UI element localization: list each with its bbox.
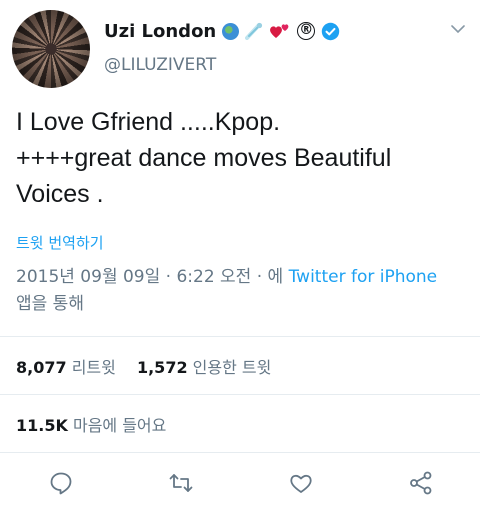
retweet-icon[interactable]: [168, 470, 194, 496]
retweet-count[interactable]: 8,077: [16, 358, 67, 377]
source-suffix: 앱을 통해: [16, 294, 84, 314]
translate-tweet-link[interactable]: 트윗 번역하기: [16, 232, 104, 253]
reply-icon[interactable]: [48, 470, 74, 496]
two-hearts-emoji-icon: [270, 24, 289, 38]
engagement-stats: 8,077 리트윗 1,572 인용한 트윗: [16, 354, 287, 378]
divider: [0, 394, 480, 395]
retweet-label[interactable]: 리트윗: [72, 358, 116, 377]
source-app-link[interactable]: Twitter for iPhone: [289, 267, 438, 287]
action-bar: [0, 466, 480, 502]
divider: [0, 336, 480, 337]
like-count[interactable]: 11.5K: [16, 416, 68, 435]
tweet-header: Uzi London ® @LILUZIVERT: [0, 0, 480, 96]
tweet-text: I Love Gfriend .....Kpop. ++++great danc…: [16, 104, 468, 212]
like-label[interactable]: 마음에 들어요: [73, 416, 166, 435]
tweet-text-line: ++++great dance moves Beautiful: [16, 144, 392, 172]
verified-badge-icon: [322, 22, 340, 40]
quote-count[interactable]: 1,572: [137, 358, 188, 377]
likes-stat[interactable]: 11.5K 마음에 들어요: [16, 412, 166, 436]
avatar[interactable]: [12, 10, 90, 88]
quote-label[interactable]: 인용한 트윗: [193, 358, 272, 377]
registered-emoji-icon: ®: [297, 22, 316, 40]
author-name-row: Uzi London ®: [104, 18, 340, 44]
timestamp[interactable]: 2015년 09월 09일 · 6:22 오전 · 에: [16, 267, 289, 287]
comet-emoji-icon: [245, 22, 263, 40]
share-icon[interactable]: [408, 470, 434, 496]
author-handle[interactable]: @LILUZIVERT: [104, 55, 216, 75]
globe-emoji-icon: [222, 22, 240, 40]
tweet-text-line: I Love Gfriend .....Kpop.: [16, 108, 281, 136]
display-name[interactable]: Uzi London: [104, 21, 216, 42]
like-icon[interactable]: [288, 470, 314, 496]
chevron-down-icon[interactable]: [451, 24, 465, 34]
divider: [0, 452, 480, 453]
tweet-metadata: 2015년 09월 09일 · 6:22 오전 · 에 Twitter for …: [16, 264, 472, 318]
tweet-text-line: Voices .: [16, 180, 104, 208]
